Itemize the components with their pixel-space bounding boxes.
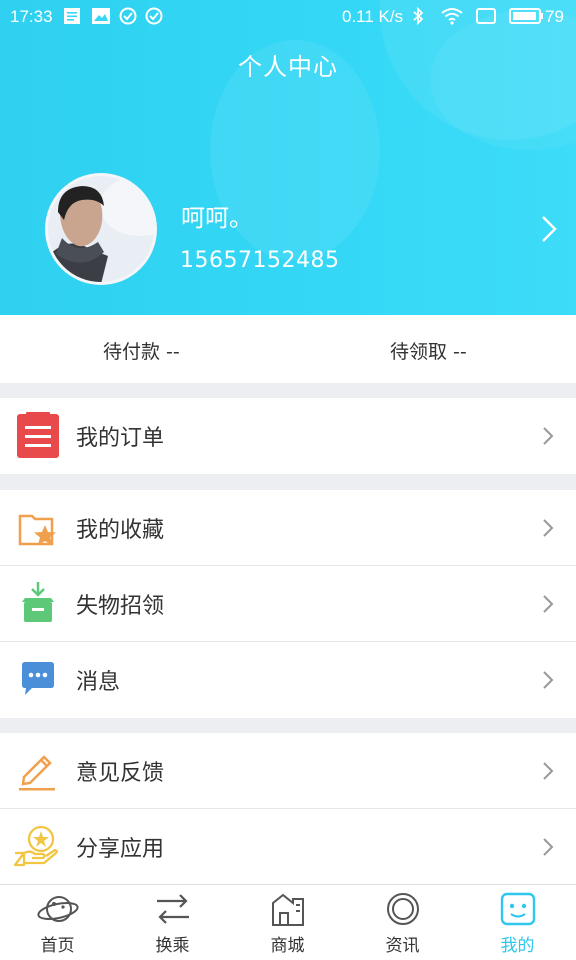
profile-chevron-right-icon[interactable] [538,214,560,244]
tab-label-news: 资讯 [385,936,420,956]
share-hand-star-icon [13,825,58,867]
profile-header: 17:33 0.11 K/s 79 个人中心 呵呵。 15657152485 [0,0,576,315]
user-phone: 15657152485 [180,248,340,273]
tab-news[interactable]: 资讯 [345,885,460,960]
menu-label-messages: 消息 [76,670,121,695]
battery-level: 79 [545,7,564,26]
user-name: 呵呵。 [181,204,253,232]
menu-group-misc: 意见反馈 分享应用 [0,733,576,885]
tab-label-transfer: 换乘 [155,936,190,956]
status-time: 17:33 [10,7,53,26]
notification-doc-icon [64,8,80,24]
profile-robot-icon [500,892,536,926]
battery-icon [509,8,543,24]
tab-profile[interactable]: 我的 [460,885,575,960]
check-circle-icon [119,7,137,25]
pending-payment[interactable]: 待付款 -- [103,337,180,364]
tab-transfer[interactable]: 换乘 [115,885,230,960]
shop-building-icon [272,893,304,926]
transfer-arrows-icon [157,894,189,924]
lost-found-box-icon [22,582,54,622]
menu-group-services: 我的收藏 失物招领 消息 [0,490,576,718]
planet-icon [37,896,79,922]
menu-label-orders: 我的订单 [76,426,165,451]
tab-label-shop: 商城 [270,936,305,956]
page-title: 个人中心 [238,53,338,81]
network-speed: 0.11 K/s [342,7,404,26]
chevron-right-icon [543,595,554,613]
menu-group-orders: 我的订单 [0,398,576,474]
menu-item-orders[interactable]: 我的订单 [0,398,576,474]
menu-item-feedback[interactable]: 意见反馈 [0,733,576,809]
tab-home[interactable]: 首页 [0,885,115,960]
menu-label-favorites: 我的收藏 [76,518,165,543]
wifi-icon [441,8,463,25]
check-circle-icon [145,7,163,25]
notification-image-icon [92,8,110,24]
feedback-pencil-icon [19,755,55,791]
tab-label-profile: 我的 [500,936,535,956]
favorites-star-icon [18,514,56,546]
chevron-right-icon [543,427,554,445]
tab-label-home: 首页 [40,936,75,956]
menu-item-favorites[interactable]: 我的收藏 [0,490,576,566]
avatar[interactable] [45,173,157,285]
menu-item-lost-found[interactable]: 失物招领 [0,566,576,642]
news-circle-icon [387,893,419,925]
menu-label-share: 分享应用 [76,837,165,862]
message-bubble-icon [22,662,54,695]
chevron-right-icon [543,671,554,689]
tab-shop[interactable]: 商城 [230,885,345,960]
order-status-bar: 待付款 -- 待领取 -- [0,315,576,383]
chevron-right-icon [543,519,554,537]
menu-label-lost-found: 失物招领 [76,594,165,619]
status-bar: 17:33 0.11 K/s 79 [0,0,576,34]
chevron-right-icon [543,762,554,780]
bluetooth-icon [413,7,424,25]
screen-rotate-icon [476,8,496,24]
menu-label-feedback: 意见反馈 [76,761,165,786]
menu-item-share[interactable]: 分享应用 [0,809,576,885]
avatar-photo [48,176,154,282]
pending-pickup[interactable]: 待领取 -- [390,337,467,364]
bottom-navigation: 首页 换乘 商城 资讯 我的 [0,884,576,960]
orders-icon [17,412,59,458]
menu-item-messages[interactable]: 消息 [0,642,576,718]
chevron-right-icon [543,838,554,856]
